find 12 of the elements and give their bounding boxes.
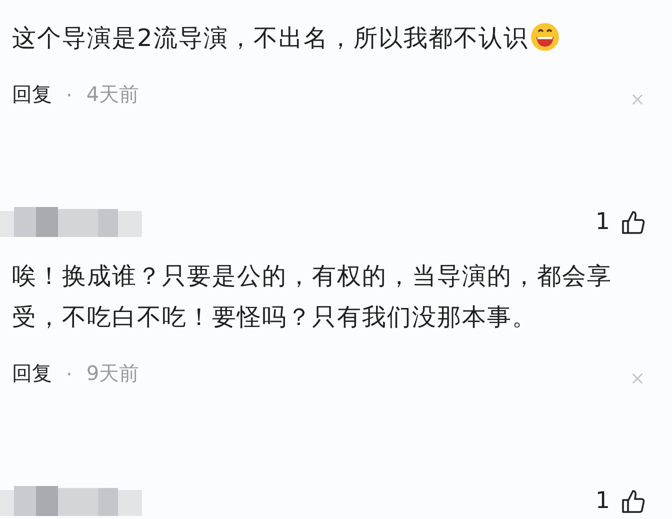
thumbs-up-icon[interactable] bbox=[620, 488, 646, 514]
like-count: 1 bbox=[595, 488, 610, 514]
reply-link[interactable]: 回复 bbox=[12, 360, 52, 387]
thumbs-up-icon[interactable] bbox=[620, 209, 646, 235]
reply-link[interactable]: 回复 bbox=[12, 81, 52, 108]
separator-dot: · bbox=[66, 82, 72, 106]
timestamp: 4天前 bbox=[86, 81, 140, 108]
comment-text: 唉！换成谁？只要是公的，有权的，当导演的，都会享受，不吃白不吃！要怪吗？只有我们没那本事。 bbox=[12, 261, 612, 333]
separator-dot: · bbox=[66, 362, 72, 386]
like-count: 1 bbox=[595, 209, 610, 235]
timestamp: 9天前 bbox=[86, 360, 140, 387]
comment-text: 这个导演是2流导演，不出名，所以我都不认识 bbox=[12, 18, 612, 59]
